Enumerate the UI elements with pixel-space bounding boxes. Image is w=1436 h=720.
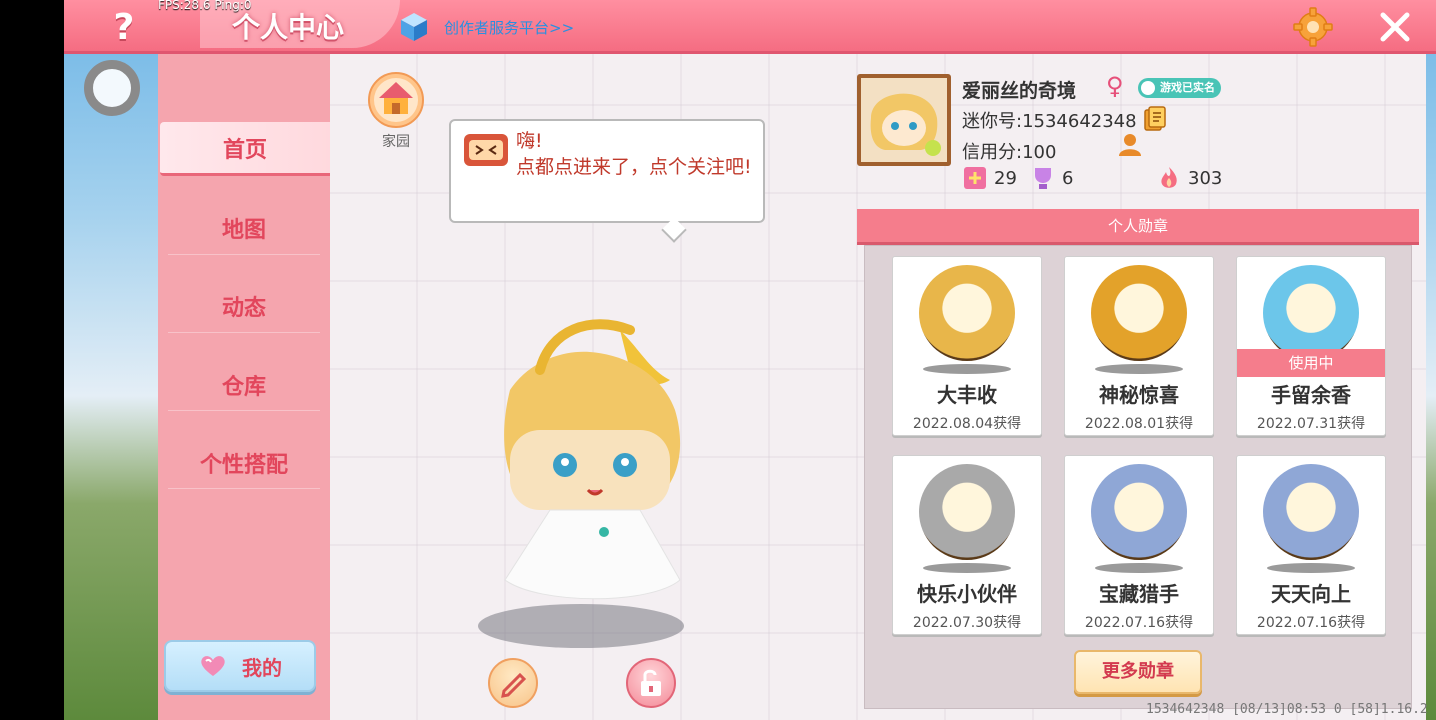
sidebar-item-outfit[interactable]: 个性搭配 (158, 436, 330, 490)
stat-popularity: 303 (1156, 164, 1222, 192)
plus-card-icon (964, 167, 986, 189)
medal-name: 神秘惊喜 (1099, 383, 1179, 407)
bubble-text: 嗨! 点都点进来了，点个关注吧! (516, 128, 756, 180)
medal-date: 2022.07.30获得 (912, 615, 1022, 631)
lock-button[interactable] (626, 658, 676, 708)
unlock-icon (641, 669, 661, 696)
friend-icon[interactable] (1116, 132, 1144, 158)
medal-progress-icon (1263, 464, 1359, 560)
verified-badge: 游戏已实名 (1138, 78, 1221, 98)
creator-platform-link[interactable]: 创作者服务平台>> (444, 17, 574, 38)
profile-portrait (861, 78, 947, 162)
medal-date: 2022.07.16获得 (1084, 615, 1194, 631)
copy-icon[interactable] (1143, 106, 1167, 132)
medal-gift-icon (1091, 265, 1187, 361)
edit-button[interactable] (488, 658, 538, 708)
credit-score: 信用分:100 (962, 142, 1057, 163)
cube-icon[interactable] (400, 12, 428, 42)
medal-shadow (1267, 563, 1355, 573)
bubble-greeting: 嗨! (516, 130, 543, 152)
medal-date: 2022.08.04获得 (912, 416, 1022, 432)
medal-shadow (923, 364, 1011, 374)
sidebar-item-home[interactable]: 首页 (160, 122, 330, 176)
medal-header: 个人勋章 (857, 209, 1419, 245)
trophy-icon (1035, 168, 1051, 189)
pencil-icon (501, 672, 527, 698)
mini-id: 迷你号:1534642348 (962, 111, 1137, 132)
medal-fragrance-icon (1263, 265, 1359, 361)
mascot-icon (464, 134, 508, 166)
medal-card[interactable]: 神秘惊喜 2022.08.01获得 (1064, 256, 1214, 436)
medal-friends-icon (919, 464, 1015, 560)
medal-date: 2022.08.01获得 (1084, 416, 1194, 432)
medal-card[interactable]: 使用中 手留余香 2022.07.31获得 (1236, 256, 1386, 436)
gear-icon[interactable] (1292, 6, 1334, 48)
medal-shadow (923, 563, 1011, 573)
home-label: 家园 (382, 134, 410, 150)
in-use-badge: 使用中 (1237, 349, 1385, 377)
heart-icon (201, 656, 225, 676)
medal-date: 2022.07.31获得 (1256, 416, 1366, 432)
medal-name: 天天向上 (1271, 582, 1351, 606)
mine-button[interactable]: 我的 (164, 640, 316, 692)
medal-name: 快乐小伙伴 (917, 582, 1017, 606)
medal-card[interactable]: 快乐小伙伴 2022.07.30获得 (892, 455, 1042, 635)
medal-name: 宝藏猎手 (1099, 582, 1179, 606)
stat-collection: 29 (962, 164, 1017, 192)
stat-value: 29 (994, 167, 1017, 189)
medal-shadow (1095, 563, 1183, 573)
avatar[interactable] (857, 74, 951, 166)
stat-value: 303 (1188, 167, 1223, 189)
sidebar-item-warehouse[interactable]: 仓库 (158, 358, 330, 412)
medal-shadow (1095, 364, 1183, 374)
mine-label: 我的 (242, 655, 282, 680)
home-icon[interactable] (368, 72, 424, 128)
avatar-character[interactable] (470, 310, 720, 620)
medal-card[interactable]: 天天向上 2022.07.16获得 (1236, 455, 1386, 635)
page-title: 个人中心 (232, 11, 345, 44)
sidebar-item-activity[interactable]: 动态 (158, 279, 330, 333)
more-medals-button[interactable]: 更多勋章 (1074, 650, 1202, 694)
footer-info: 1534642348 [08/13]08:53 0 [58]1.16.2 (1146, 702, 1428, 717)
stat-achievement: 6 (1030, 164, 1073, 192)
sidebar-nav: 首页 地图 动态 仓库 个性搭配 (158, 54, 330, 720)
medal-treasure-icon (1091, 464, 1187, 560)
medal-name: 手留余香 (1271, 383, 1351, 407)
bubble-message: 点都点进来了，点个关注吧! (516, 156, 752, 178)
close-icon[interactable] (1376, 8, 1414, 46)
medal-name: 大丰收 (937, 383, 997, 407)
medal-card[interactable]: 宝藏猎手 2022.07.16获得 (1064, 455, 1214, 635)
female-icon: ♀ (1106, 72, 1124, 100)
medal-card[interactable]: 大丰收 2022.08.04获得 (892, 256, 1042, 436)
flame-icon (1161, 167, 1177, 188)
nickname: 爱丽丝的奇境 (962, 80, 1077, 102)
record-icon[interactable] (84, 60, 140, 116)
stat-value: 6 (1062, 167, 1074, 189)
sidebar-item-map[interactable]: 地图 (158, 201, 330, 255)
medal-harvest-icon (919, 265, 1015, 361)
help-icon[interactable]: ? (104, 8, 144, 48)
medal-date: 2022.07.16获得 (1256, 615, 1366, 631)
